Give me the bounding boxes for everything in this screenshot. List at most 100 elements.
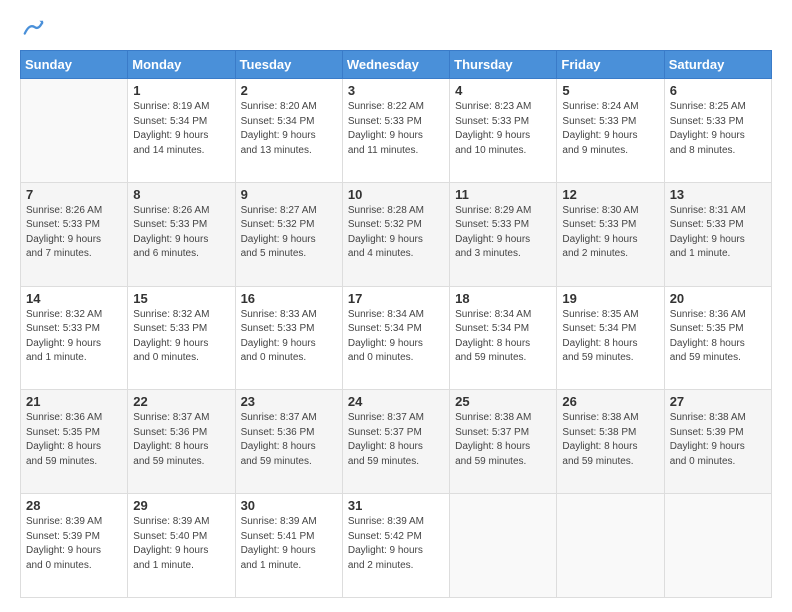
day-number: 13 bbox=[670, 187, 766, 202]
calendar-cell: 11 Sunrise: 8:29 AM Sunset: 5:33 PM Dayli… bbox=[450, 182, 557, 286]
weekday-header-monday: Monday bbox=[128, 51, 235, 79]
calendar-cell bbox=[21, 79, 128, 183]
calendar-cell: 9Sunrise: 8:27 AM Sunset: 5:32 PM Daylig… bbox=[235, 182, 342, 286]
day-number: 6 bbox=[670, 83, 766, 98]
calendar-cell: 13 Sunrise: 8:31 AM Sunset: 5:33 PM Dayli… bbox=[664, 182, 771, 286]
day-number: 11 bbox=[455, 187, 551, 202]
day-info: Sunrise: 8:29 AM Sunset: 5:33 PM Dayligh… bbox=[455, 204, 551, 262]
weekday-header-friday: Friday bbox=[557, 51, 664, 79]
calendar-cell: 1 Sunrise: 8:19 AM Sunset: 5:34 PM Daylig… bbox=[128, 79, 235, 183]
calendar-cell: 10 Sunrise: 8:28 AM Sunset: 5:32 PM Dayli… bbox=[342, 182, 449, 286]
day-number: 16 bbox=[241, 291, 337, 306]
calendar-cell: 8 Sunrise: 8:26 AM Sunset: 5:33 PM Daylig… bbox=[128, 182, 235, 286]
day-info: Sunrise: 8:35 AM Sunset: 5:34 PM Dayligh… bbox=[562, 308, 658, 366]
day-info: Sunrise: 8:37 AM Sunset: 5:37 PM Dayligh… bbox=[348, 411, 444, 469]
day-number: 8 bbox=[133, 187, 229, 202]
logo-icon bbox=[22, 18, 44, 40]
day-number: 24 bbox=[348, 394, 444, 409]
day-info: Sunrise: 8:26 AM Sunset: 5:33 PM Dayligh… bbox=[133, 204, 229, 262]
day-info: Sunrise: 8:20 AM Sunset: 5:34 PM Dayligh… bbox=[241, 100, 337, 158]
day-info: Sunrise: 8:39 AM Sunset: 5:39 PM Dayligh… bbox=[26, 515, 122, 573]
day-number: 27 bbox=[670, 394, 766, 409]
calendar-cell: 3 Sunrise: 8:22 AM Sunset: 5:33 PM Daylig… bbox=[342, 79, 449, 183]
calendar-row-3: 21Sunrise: 8:36 AM Sunset: 5:35 PM Dayli… bbox=[21, 390, 772, 494]
day-number: 10 bbox=[348, 187, 444, 202]
day-number: 7 bbox=[26, 187, 122, 202]
calendar-row-2: 14 Sunrise: 8:32 AM Sunset: 5:33 PM Dayli… bbox=[21, 286, 772, 390]
calendar-cell: 26Sunrise: 8:38 AM Sunset: 5:38 PM Dayli… bbox=[557, 390, 664, 494]
calendar-cell: 29Sunrise: 8:39 AM Sunset: 5:40 PM Dayli… bbox=[128, 494, 235, 598]
page: SundayMondayTuesdayWednesdayThursdayFrid… bbox=[0, 0, 792, 612]
day-number: 5 bbox=[562, 83, 658, 98]
day-info: Sunrise: 8:32 AM Sunset: 5:33 PM Dayligh… bbox=[26, 308, 122, 366]
day-number: 1 bbox=[133, 83, 229, 98]
day-number: 26 bbox=[562, 394, 658, 409]
day-info: Sunrise: 8:34 AM Sunset: 5:34 PM Dayligh… bbox=[455, 308, 551, 366]
day-number: 29 bbox=[133, 498, 229, 513]
calendar-cell bbox=[450, 494, 557, 598]
day-number: 23 bbox=[241, 394, 337, 409]
day-info: Sunrise: 8:22 AM Sunset: 5:33 PM Dayligh… bbox=[348, 100, 444, 158]
logo bbox=[20, 18, 44, 40]
calendar-cell: 14 Sunrise: 8:32 AM Sunset: 5:33 PM Dayli… bbox=[21, 286, 128, 390]
day-info: Sunrise: 8:24 AM Sunset: 5:33 PM Dayligh… bbox=[562, 100, 658, 158]
day-number: 20 bbox=[670, 291, 766, 306]
calendar-cell: 19 Sunrise: 8:35 AM Sunset: 5:34 PM Dayli… bbox=[557, 286, 664, 390]
day-info: Sunrise: 8:25 AM Sunset: 5:33 PM Dayligh… bbox=[670, 100, 766, 158]
weekday-header-saturday: Saturday bbox=[664, 51, 771, 79]
calendar-cell: 30Sunrise: 8:39 AM Sunset: 5:41 PM Dayli… bbox=[235, 494, 342, 598]
day-number: 14 bbox=[26, 291, 122, 306]
calendar-cell: 25Sunrise: 8:38 AM Sunset: 5:37 PM Dayli… bbox=[450, 390, 557, 494]
calendar-cell: 15 Sunrise: 8:32 AM Sunset: 5:33 PM Dayli… bbox=[128, 286, 235, 390]
weekday-header-wednesday: Wednesday bbox=[342, 51, 449, 79]
calendar-cell: 2 Sunrise: 8:20 AM Sunset: 5:34 PM Daylig… bbox=[235, 79, 342, 183]
calendar-cell: 18 Sunrise: 8:34 AM Sunset: 5:34 PM Dayli… bbox=[450, 286, 557, 390]
day-number: 2 bbox=[241, 83, 337, 98]
calendar-cell: 27 Sunrise: 8:38 AM Sunset: 5:39 PM Dayli… bbox=[664, 390, 771, 494]
calendar-cell: 4 Sunrise: 8:23 AM Sunset: 5:33 PM Daylig… bbox=[450, 79, 557, 183]
weekday-header-row: SundayMondayTuesdayWednesdayThursdayFrid… bbox=[21, 51, 772, 79]
calendar-cell: 16 Sunrise: 8:33 AM Sunset: 5:33 PM Dayli… bbox=[235, 286, 342, 390]
calendar-cell bbox=[664, 494, 771, 598]
day-info: Sunrise: 8:32 AM Sunset: 5:33 PM Dayligh… bbox=[133, 308, 229, 366]
day-number: 19 bbox=[562, 291, 658, 306]
day-number: 28 bbox=[26, 498, 122, 513]
day-number: 9 bbox=[241, 187, 337, 202]
calendar-cell: 12 Sunrise: 8:30 AM Sunset: 5:33 PM Dayli… bbox=[557, 182, 664, 286]
calendar-cell: 7Sunrise: 8:26 AM Sunset: 5:33 PM Daylig… bbox=[21, 182, 128, 286]
calendar-row-0: 1 Sunrise: 8:19 AM Sunset: 5:34 PM Daylig… bbox=[21, 79, 772, 183]
day-info: Sunrise: 8:38 AM Sunset: 5:39 PM Dayligh… bbox=[670, 411, 766, 469]
calendar-cell bbox=[557, 494, 664, 598]
calendar-row-1: 7 Sunrise: 8:26 AM Sunset: 5:33 PM Daylig… bbox=[21, 182, 772, 286]
day-number: 15 bbox=[133, 291, 229, 306]
calendar-cell: 6 Sunrise: 8:25 AM Sunset: 5:33 PM Daylig… bbox=[664, 79, 771, 183]
calendar-cell: 20Sunrise: 8:36 AM Sunset: 5:35 PM Dayli… bbox=[664, 286, 771, 390]
day-info: Sunrise: 8:28 AM Sunset: 5:32 PM Dayligh… bbox=[348, 204, 444, 262]
weekday-header-tuesday: Tuesday bbox=[235, 51, 342, 79]
day-number: 17 bbox=[348, 291, 444, 306]
day-info: Sunrise: 8:34 AM Sunset: 5:34 PM Dayligh… bbox=[348, 308, 444, 366]
calendar-cell: 28 Sunrise: 8:39 AM Sunset: 5:39 PM Dayli… bbox=[21, 494, 128, 598]
day-info: Sunrise: 8:23 AM Sunset: 5:33 PM Dayligh… bbox=[455, 100, 551, 158]
calendar-cell: 5 Sunrise: 8:24 AM Sunset: 5:33 PM Daylig… bbox=[557, 79, 664, 183]
day-number: 4 bbox=[455, 83, 551, 98]
day-number: 3 bbox=[348, 83, 444, 98]
day-info: Sunrise: 8:31 AM Sunset: 5:33 PM Dayligh… bbox=[670, 204, 766, 262]
calendar-table: SundayMondayTuesdayWednesdayThursdayFrid… bbox=[20, 50, 772, 598]
day-info: Sunrise: 8:30 AM Sunset: 5:33 PM Dayligh… bbox=[562, 204, 658, 262]
header bbox=[20, 18, 772, 40]
day-number: 30 bbox=[241, 498, 337, 513]
calendar-cell: 24 Sunrise: 8:37 AM Sunset: 5:37 PM Dayli… bbox=[342, 390, 449, 494]
day-info: Sunrise: 8:38 AM Sunset: 5:37 PM Dayligh… bbox=[455, 411, 551, 469]
calendar-cell: 21Sunrise: 8:36 AM Sunset: 5:35 PM Dayli… bbox=[21, 390, 128, 494]
calendar-cell: 22Sunrise: 8:37 AM Sunset: 5:36 PM Dayli… bbox=[128, 390, 235, 494]
day-info: Sunrise: 8:39 AM Sunset: 5:42 PM Dayligh… bbox=[348, 515, 444, 573]
calendar-cell: 31Sunrise: 8:39 AM Sunset: 5:42 PM Dayli… bbox=[342, 494, 449, 598]
calendar-cell: 23Sunrise: 8:37 AM Sunset: 5:36 PM Dayli… bbox=[235, 390, 342, 494]
day-info: Sunrise: 8:37 AM Sunset: 5:36 PM Dayligh… bbox=[133, 411, 229, 469]
weekday-header-thursday: Thursday bbox=[450, 51, 557, 79]
day-info: Sunrise: 8:33 AM Sunset: 5:33 PM Dayligh… bbox=[241, 308, 337, 366]
day-number: 12 bbox=[562, 187, 658, 202]
day-number: 18 bbox=[455, 291, 551, 306]
day-info: Sunrise: 8:19 AM Sunset: 5:34 PM Dayligh… bbox=[133, 100, 229, 158]
